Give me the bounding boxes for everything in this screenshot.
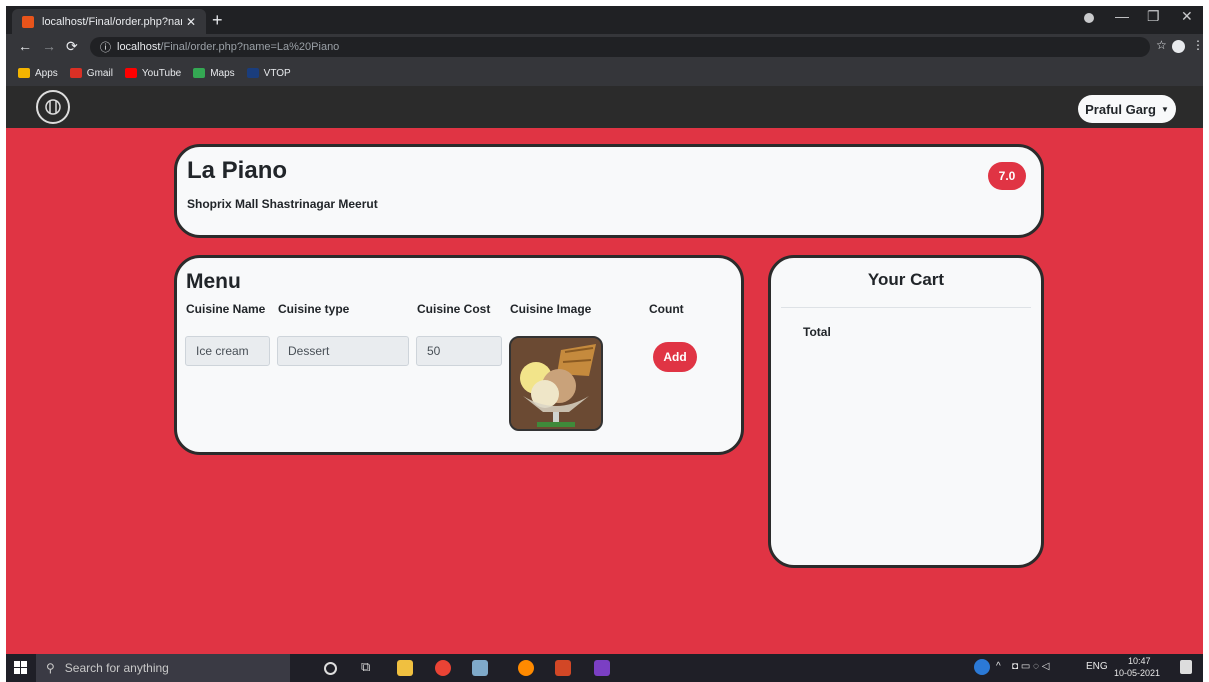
account-icon[interactable] <box>1172 40 1185 53</box>
bookmarks-bar: Apps Gmail YouTube Maps VTOP <box>6 60 1203 86</box>
url-path: /Final/order.php?name=La%20Piano <box>160 41 340 53</box>
column-header-cost: Cuisine Cost <box>417 302 491 316</box>
forward-icon[interactable]: → <box>42 38 56 54</box>
cortana-icon[interactable] <box>324 662 337 675</box>
column-header-image: Cuisine Image <box>510 302 592 316</box>
tab-favicon-icon <box>22 15 34 28</box>
user-dropdown-button[interactable]: Praful Garg ▼ <box>1078 95 1176 123</box>
g-app-icon[interactable] <box>594 660 610 676</box>
menu-card: Menu Cuisine Name Cuisine type Cuisine C… <box>174 255 744 455</box>
help-icon[interactable] <box>974 659 990 675</box>
url-input[interactable]: ⓘ localhost/Final/order.php?name=La%20Pi… <box>90 37 1150 57</box>
tray-icons[interactable]: ◘ ▭ ◌ ◁ <box>1012 661 1049 672</box>
new-tab-button[interactable]: + <box>212 10 223 30</box>
file-explorer-icon[interactable] <box>397 660 413 676</box>
restaurant-info-card: La Piano Shoprix Mall Shastrinagar Meeru… <box>174 144 1044 238</box>
chrome-icon[interactable] <box>435 660 451 676</box>
cuisine-name-field[interactable]: Ice cream <box>185 336 270 366</box>
bookmark-gmail[interactable]: Gmail <box>69 67 113 79</box>
bookmark-label: Apps <box>35 67 58 79</box>
bookmark-vtop[interactable]: VTOP <box>246 67 291 79</box>
windows-start-icon[interactable] <box>14 661 27 674</box>
gmail-icon <box>69 68 82 78</box>
restaurant-name: La Piano <box>187 157 288 184</box>
app-navbar: Praful Garg ▼ <box>6 86 1203 128</box>
minimize-icon[interactable]: — <box>1115 8 1129 24</box>
bookmark-label: Maps <box>210 67 235 79</box>
app-icon[interactable] <box>472 660 488 676</box>
notification-icon[interactable] <box>1180 660 1192 674</box>
reload-icon[interactable]: ⟳ <box>66 38 78 55</box>
powerpoint-icon[interactable] <box>555 660 571 676</box>
add-button[interactable]: Add <box>653 342 697 372</box>
bookmark-maps[interactable]: Maps <box>193 67 235 79</box>
restore-icon[interactable]: ❐ <box>1147 8 1160 25</box>
bookmark-star-icon[interactable]: ☆ <box>1156 38 1167 52</box>
rating-badge: 7.0 <box>988 162 1026 190</box>
back-icon[interactable]: ← <box>18 38 32 54</box>
task-view-icon[interactable]: ⧉ <box>361 659 377 675</box>
column-header-name: Cuisine Name <box>186 302 266 316</box>
search-placeholder: Search for anything <box>64 661 169 675</box>
profile-indicator-icon[interactable] <box>1084 13 1094 23</box>
cart-divider <box>781 307 1031 308</box>
search-icon: ⚲ <box>46 661 55 675</box>
column-header-type: Cuisine type <box>278 302 350 316</box>
firefox-icon[interactable] <box>518 660 534 676</box>
fork-knife-icon <box>45 99 61 115</box>
cuisine-type-field[interactable]: Dessert <box>277 336 409 366</box>
tab-close-icon[interactable]: ✕ <box>186 15 196 29</box>
column-header-count: Count <box>649 302 684 316</box>
cart-total-label: Total <box>803 325 831 339</box>
windows-taskbar: ⚲ Search for anything ⧉ ^ ◘ ▭ ◌ ◁ ENG 10… <box>6 654 1203 682</box>
browser-tab[interactable]: localhost/Final/order.php?name= ✕ <box>12 9 206 34</box>
browser-tab-bar: localhost/Final/order.php?name= ✕ + — ❐ … <box>6 6 1203 34</box>
info-icon[interactable]: ⓘ <box>100 39 111 55</box>
caret-down-icon: ▼ <box>1160 104 1169 114</box>
ice-cream-sundae-icon <box>511 338 601 429</box>
taskbar-search-input[interactable]: ⚲ Search for anything <box>36 654 290 682</box>
bookmark-apps[interactable]: Apps <box>18 68 58 79</box>
menu-title: Menu <box>186 270 241 293</box>
close-window-icon[interactable]: ✕ <box>1181 8 1193 25</box>
restaurant-address: Shoprix Mall Shastrinagar Meerut <box>187 197 378 211</box>
tab-title: localhost/Final/order.php?name= <box>42 15 182 28</box>
language-indicator[interactable]: ENG <box>1086 661 1108 672</box>
tray-chevron-icon[interactable]: ^ <box>996 661 1001 672</box>
apps-grid-icon <box>18 68 30 78</box>
bookmark-label: VTOP <box>263 67 291 79</box>
youtube-icon <box>124 68 137 78</box>
url-host: localhost <box>117 41 161 53</box>
bookmark-youtube[interactable]: YouTube <box>124 67 182 79</box>
bookmark-label: Gmail <box>86 67 113 79</box>
ice-cream-image <box>509 336 603 431</box>
more-menu-icon[interactable]: ⋮ <box>1192 38 1204 52</box>
cart-title: Your Cart <box>867 270 945 289</box>
address-bar-row: ← → ⟳ ⓘ localhost/Final/order.php?name=L… <box>6 34 1204 60</box>
bookmark-label: YouTube <box>141 67 182 79</box>
user-name: Praful Garg <box>1085 101 1156 117</box>
cuisine-cost-field[interactable]: 50 <box>416 336 502 366</box>
clock-time[interactable]: 10:47 <box>1128 656 1151 666</box>
vtop-icon <box>246 68 259 78</box>
cart-card: Your Cart Total <box>768 255 1044 568</box>
page-content: La Piano Shoprix Mall Shastrinagar Meeru… <box>6 128 1203 654</box>
maps-icon <box>193 68 206 78</box>
clock-date[interactable]: 10-05-2021 <box>1114 668 1160 678</box>
restaurant-logo-icon[interactable] <box>36 90 70 124</box>
